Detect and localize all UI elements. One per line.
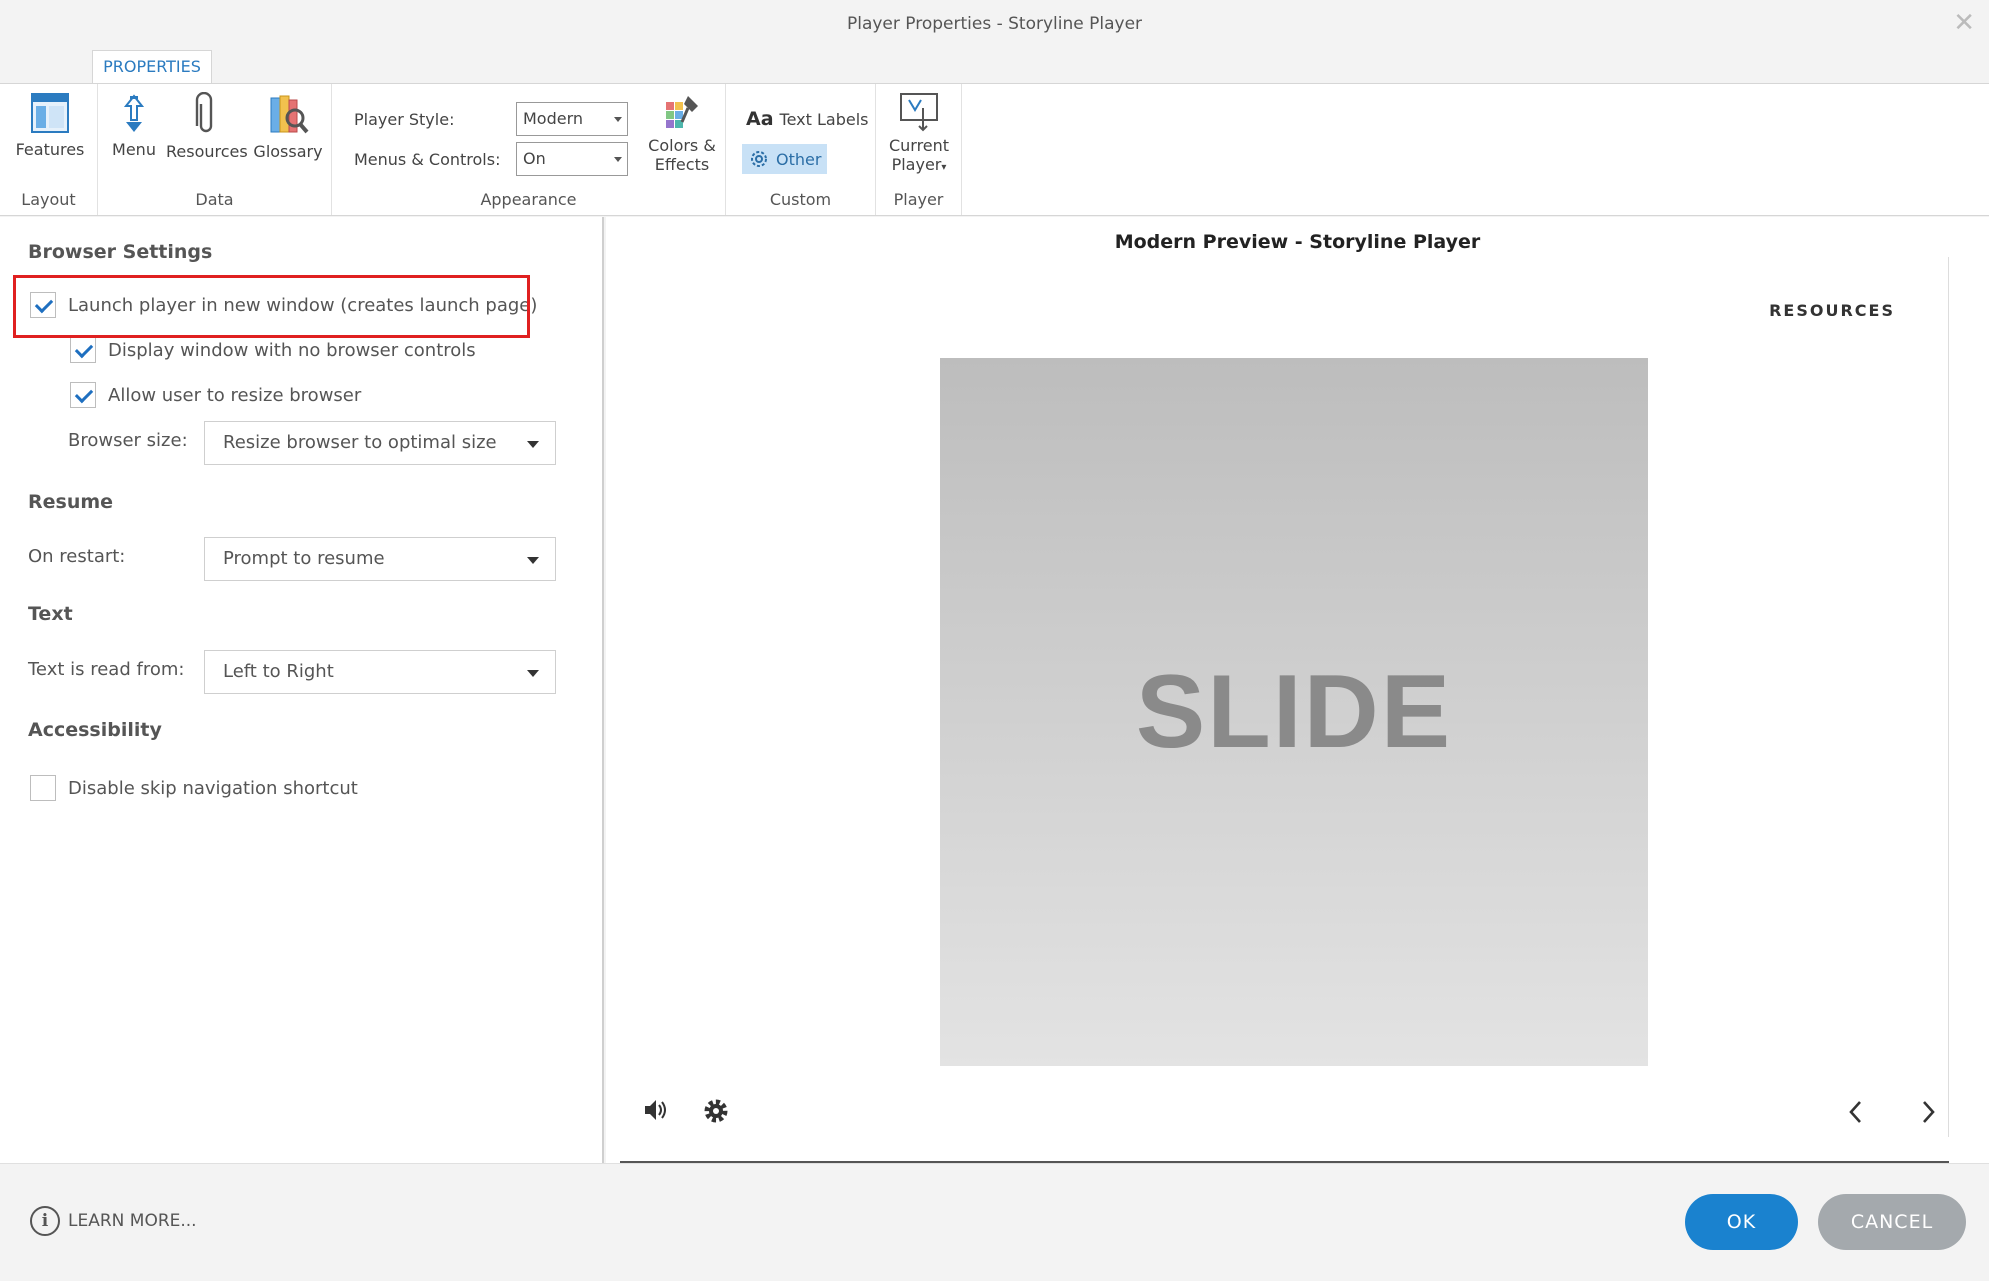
menu-button[interactable]: Menu [108, 92, 160, 159]
features-button[interactable]: Features [8, 92, 92, 159]
ribbon-group-data: Menu Resources Glossary Data [98, 84, 332, 215]
player-group-label: Player [893, 190, 944, 209]
other-button[interactable]: Other [742, 144, 828, 174]
resources-label: Resources [166, 142, 248, 161]
colors-effects-icon [666, 96, 698, 128]
menus-controls-select[interactable]: On [516, 142, 628, 176]
player-style-label: Player Style: [354, 110, 455, 129]
browser-size-dropdown[interactable]: Resize browser to optimal size [204, 421, 556, 465]
gear-icon[interactable] [702, 1097, 730, 1125]
menu-icon [123, 94, 145, 132]
text-heading: Text [28, 603, 73, 625]
preview-panel: Modern Preview - Storyline Player RESOUR… [606, 217, 1989, 1163]
accessibility-heading: Accessibility [28, 719, 162, 741]
footer: i LEARN MORE... OK CANCEL [0, 1163, 1989, 1281]
resources-button[interactable]: Resources [166, 92, 248, 161]
gear-icon [751, 151, 767, 167]
chevron-right-icon[interactable] [1918, 1099, 1938, 1125]
chevron-left-icon[interactable] [1846, 1099, 1866, 1125]
cancel-button[interactable]: CANCEL [1818, 1194, 1966, 1250]
no-browser-controls-checkbox[interactable]: Display window with no browser controls [70, 337, 476, 363]
current-player-icon [900, 93, 938, 132]
read-from-label: Text is read from: [28, 659, 185, 680]
slide-preview: SLIDE [940, 358, 1648, 1066]
chevron-down-icon: ▾ [941, 162, 947, 173]
settings-panel: Browser Settings Launch player in new wi… [0, 217, 604, 1163]
checkbox-checked-icon[interactable] [70, 337, 96, 363]
ok-button[interactable]: OK [1685, 1194, 1798, 1250]
appearance-group-label: Appearance [480, 190, 577, 209]
resources-link[interactable]: RESOURCES [1769, 301, 1895, 320]
preview-title: Modern Preview - Storyline Player [1114, 231, 1481, 253]
disable-skip-label: Disable skip navigation shortcut [68, 777, 358, 799]
checkbox-unchecked-icon[interactable] [30, 775, 56, 801]
on-restart-label: On restart: [28, 546, 126, 567]
read-from-value: Left to Right [223, 661, 334, 682]
menu-label: Menu [112, 140, 156, 159]
allow-resize-checkbox[interactable]: Allow user to resize browser [70, 382, 361, 408]
custom-group-label: Custom [769, 190, 832, 209]
chevron-down-icon [527, 557, 539, 564]
read-from-dropdown[interactable]: Left to Right [204, 650, 556, 694]
colors-effects-label-2: Effects [654, 155, 710, 174]
other-label: Other [776, 149, 822, 169]
chevron-down-icon [527, 670, 539, 677]
chevron-down-icon [614, 157, 622, 162]
current-player-label-2: Player [891, 155, 942, 174]
slide-text: SLIDE [1135, 653, 1453, 770]
checkbox-checked-icon[interactable] [70, 382, 96, 408]
current-player-button[interactable]: Current Player▾ [880, 90, 958, 177]
browser-size-value: Resize browser to optimal size [223, 432, 497, 453]
chevron-down-icon [527, 441, 539, 448]
ribbon-group-appearance: Player Style: Modern Menus & Controls: O… [332, 84, 726, 215]
menus-controls-value: On [523, 149, 546, 168]
learn-more-link[interactable]: i LEARN MORE... [30, 1206, 197, 1236]
data-group-label: Data [195, 190, 234, 209]
colors-effects-label-1: Colors & [648, 136, 716, 155]
info-icon: i [30, 1206, 60, 1236]
scrollbar[interactable] [1948, 257, 1949, 1137]
tab-properties[interactable]: PROPERTIES [92, 50, 212, 84]
browser-size-label: Browser size: [68, 430, 188, 451]
glossary-icon [270, 95, 309, 134]
volume-icon[interactable] [642, 1097, 670, 1123]
player-style-select[interactable]: Modern [516, 102, 628, 136]
no-browser-controls-label: Display window with no browser controls [108, 339, 476, 361]
title-bar: Player Properties - Storyline Player ✕ [0, 0, 1989, 52]
disable-skip-checkbox[interactable]: Disable skip navigation shortcut [30, 775, 358, 801]
ribbon: Features Layout Menu Resources Glossary … [0, 83, 1989, 216]
text-labels-label: Text Labels [779, 109, 869, 129]
glossary-button[interactable]: Glossary [252, 92, 324, 161]
window-title: Player Properties - Storyline Player [846, 14, 1143, 34]
colors-effects-button[interactable]: Colors & Effects [642, 92, 722, 174]
ribbon-group-player: Current Player▾ Player [876, 84, 962, 215]
learn-more-label: LEARN MORE... [68, 1211, 197, 1231]
resume-heading: Resume [28, 491, 114, 513]
highlight-box [13, 275, 530, 338]
on-restart-value: Prompt to resume [223, 548, 385, 569]
browser-settings-heading: Browser Settings [28, 241, 213, 263]
layout-group-label: Layout [21, 190, 76, 209]
features-icon [31, 93, 69, 133]
paperclip-icon [195, 92, 213, 133]
ribbon-group-layout: Features Layout [0, 84, 98, 215]
on-restart-dropdown[interactable]: Prompt to resume [204, 537, 556, 581]
chevron-down-icon [614, 117, 622, 122]
ribbon-group-custom: Aa Text Labels Other Custom [726, 84, 876, 215]
current-player-label-1: Current [888, 136, 950, 155]
glossary-label: Glossary [253, 142, 323, 161]
features-label: Features [15, 140, 85, 159]
text-labels-button[interactable]: Aa Text Labels [746, 108, 868, 130]
player-style-value: Modern [523, 109, 584, 128]
menus-controls-label: Menus & Controls: [354, 150, 501, 169]
text-labels-icon: Aa [746, 108, 774, 130]
close-icon[interactable]: ✕ [1953, 10, 1975, 36]
allow-resize-label: Allow user to resize browser [108, 384, 362, 406]
